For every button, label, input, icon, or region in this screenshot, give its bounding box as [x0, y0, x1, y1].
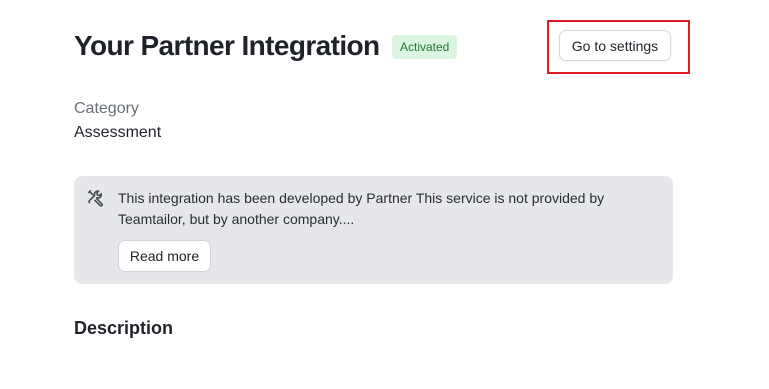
- tools-icon: [87, 189, 105, 207]
- third-party-notice: This integration has been developed by P…: [74, 176, 673, 284]
- page-title: Your Partner Integration: [74, 30, 380, 61]
- integration-page: Your Partner Integration Activated Go to…: [0, 0, 769, 389]
- description-heading: Description: [74, 318, 174, 338]
- read-more-button[interactable]: Read more: [118, 240, 211, 272]
- category-label: Category: [74, 100, 139, 117]
- go-to-settings-button[interactable]: Go to settings: [559, 30, 671, 61]
- status-badge: Activated: [392, 35, 458, 59]
- notice-text: This integration has been developed by P…: [118, 190, 605, 227]
- category-value: Assessment: [74, 124, 162, 141]
